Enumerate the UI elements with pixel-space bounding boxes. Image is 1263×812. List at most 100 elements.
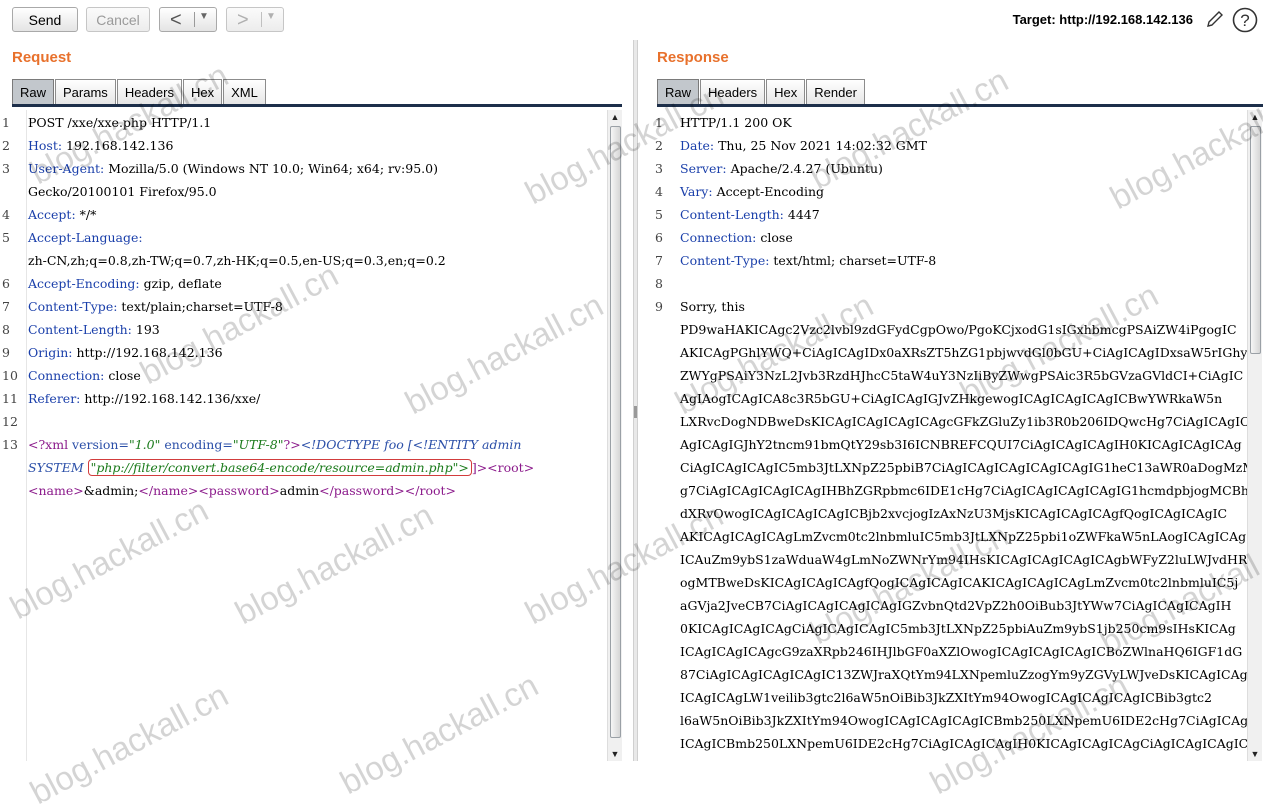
request-line: Content-Length: 193 (28, 322, 160, 337)
highlighted-payload: "php://filter/convert.base64-encode/reso… (87, 459, 472, 476)
request-scroll-thumb[interactable] (610, 126, 621, 738)
xml-doctype: <!DOCTYPE foo [<!ENTITY admin (300, 437, 522, 452)
body-line: ICAgICBmb250LXNpemU6IDE2cHg7CiAgICAgICAg… (680, 736, 1247, 751)
line-number: 4 (655, 184, 663, 199)
header-value: close (104, 368, 141, 383)
line-number: 13 (2, 437, 18, 452)
body-line: l6aW5nOiBib3JkZXItYm94OwogICAgICAgICAgIC… (680, 713, 1247, 728)
forward-button[interactable]: > ▼ (226, 7, 284, 32)
xml-decl-end: ?> (283, 437, 301, 452)
tab-request-headers[interactable]: Headers (116, 79, 182, 104)
body-line: 0KICAgICAgICAgCiAgICAgICAgIC5mb3JtLXNpZ2… (680, 621, 1236, 636)
body-line: dXRvOwogICAgICAgICAgICBjb2xvcjogIzAxNzU3… (680, 506, 1228, 521)
header-key: Server: (680, 161, 727, 176)
line-number: 9 (655, 299, 663, 314)
xml-text: &admin; (83, 483, 139, 498)
header-value: 4447 (783, 207, 820, 222)
header-key: Vary: (680, 184, 713, 199)
line-number: 8 (2, 322, 10, 337)
xml-string: "1.0" (128, 437, 161, 452)
scroll-up-icon[interactable]: ▲ (1248, 110, 1262, 124)
header-value: 193 (131, 322, 160, 337)
line-number: 2 (655, 138, 663, 153)
tab-request-hex[interactable]: Hex (182, 79, 223, 104)
response-title: Response (657, 49, 729, 66)
response-scroll-thumb[interactable] (1250, 126, 1261, 354)
xml-system: SYSTEM (28, 460, 88, 475)
body-line: LXRvcDogNDBweDsKICAgICAgICAgICAgcGFkZGlu… (680, 414, 1247, 429)
header-value: Accept-Encoding (712, 184, 824, 199)
body-line: CiAgICAgICAgIC5mb3JtLXNpZ25pbiB7CiAgICAg… (680, 460, 1247, 475)
request-line: Accept-Language: (28, 230, 143, 245)
request-pane: Request Raw Params Headers Hex XML 1 2 3… (0, 40, 633, 761)
body-line: ICAgICAgICAgcG9zaXRpb246IHJlbGF0aXZlOwog… (680, 644, 1243, 659)
cancel-button[interactable]: Cancel (86, 7, 150, 32)
body-line: g7CiAgICAgICAgICAgIHBhZGRpbmc6IDE1cHg7Ci… (680, 483, 1247, 498)
body-line: ICAgICAgLW1veilib3gtc2l6aW5nOiBib3JkZXIt… (680, 690, 1212, 705)
header-key: Content-Length: (680, 207, 784, 222)
tab-response-render[interactable]: Render (806, 79, 865, 104)
header-value: Mozilla/5.0 (Windows NT 10.0; Win64; x64… (104, 161, 438, 176)
tab-response-headers[interactable]: Headers (700, 79, 766, 104)
help-icon[interactable]: ? (1232, 7, 1258, 36)
request-line: Accept-Encoding: gzip, deflate (28, 276, 222, 291)
request-tabs: Raw Params Headers Hex XML (12, 78, 267, 104)
forward-arrow-icon: > (237, 8, 249, 31)
request-line: POST /xxe/xxe.php HTTP/1.1 (28, 115, 212, 130)
xml-decl: <?xml (28, 437, 69, 452)
xml-doctype-end: ]> (471, 460, 488, 475)
response-line: Vary: Accept-Encoding (680, 184, 824, 199)
splitter-grip[interactable] (634, 406, 637, 418)
response-editor[interactable]: 1 2 3 4 5 6 7 8 9 HTTP/1.1 200 OK Date: … (653, 110, 1247, 761)
response-line: Content-Length: 4447 (680, 207, 820, 222)
body-line: Sorry, this (680, 299, 745, 314)
body-line: ogMTBweDsKICAgICAgICAgfQogICAgICAgICAKIC… (680, 575, 1239, 590)
body-line: PD9waHAKICAgc2Vzc2lvbl9zdGFydCgpOwo/PgoK… (680, 322, 1237, 337)
header-key: Accept: (28, 207, 76, 222)
body-line: ICAuZm9ybS1zaWduaW4gLmNoZWNrYm94IHsKICAg… (680, 552, 1247, 567)
xml-tag: </root> (404, 483, 456, 498)
body-line: AKICAgICAgICAgLmZvcm0tc2lnbmluIC5mb3JtLX… (680, 529, 1247, 544)
line-number: 5 (2, 230, 10, 245)
tab-response-raw[interactable]: Raw (657, 79, 700, 104)
response-line: Content-Type: text/html; charset=UTF-8 (680, 253, 936, 268)
tab-request-xml[interactable]: XML (223, 79, 266, 104)
send-button[interactable]: Send (12, 7, 78, 32)
response-line: HTTP/1.1 200 OK (680, 115, 792, 130)
xml-string: "UTF-8" (232, 437, 284, 452)
response-scrollbar[interactable]: ▲ ▼ (1247, 110, 1262, 761)
back-button[interactable]: < ▼ (159, 7, 217, 32)
header-key: Content-Type: (680, 253, 770, 268)
xml-line: <?xml version="1.0" encoding="UTF-8"?><!… (28, 437, 521, 452)
tab-response-hex[interactable]: Hex (766, 79, 806, 104)
scroll-down-icon[interactable]: ▼ (1248, 747, 1262, 761)
pane-splitter[interactable] (633, 40, 638, 761)
request-editor[interactable]: 1 2 3 4 5 6 7 8 9 10 11 12 13 POST /xxe/… (0, 110, 607, 761)
tab-request-params[interactable]: Params (55, 79, 116, 104)
header-value: */* (75, 207, 97, 222)
body-line: aGVja2JveCB7CiAgICAgICAgICAgIGZvbnQtd2Vp… (680, 598, 1232, 613)
xml-attr: version= (68, 437, 129, 452)
header-key: Content-Type: (28, 299, 118, 314)
request-line: User-Agent: Mozilla/5.0 (Windows NT 10.0… (28, 161, 438, 176)
xml-text: admin (279, 483, 320, 498)
back-separator (194, 12, 195, 27)
request-line: Host: 192.168.142.136 (28, 138, 173, 153)
pencil-icon[interactable] (1204, 8, 1226, 33)
response-line: Date: Thu, 25 Nov 2021 14:02:32 GMT (680, 138, 927, 153)
scroll-down-icon[interactable]: ▼ (608, 747, 622, 761)
line-number: 3 (655, 161, 663, 176)
request-scrollbar[interactable]: ▲ ▼ (607, 110, 622, 761)
response-tab-underline (657, 104, 1263, 107)
forward-dropdown-icon[interactable]: ▼ (266, 11, 276, 22)
xml-tag: </password> (319, 483, 405, 498)
request-line: Accept: */* (28, 207, 96, 222)
target-label: Target: http://192.168.142.136 (1012, 12, 1193, 27)
back-dropdown-icon[interactable]: ▼ (199, 11, 209, 22)
request-tab-underline (12, 104, 622, 107)
line-number: 6 (655, 230, 663, 245)
header-value: Thu, 25 Nov 2021 14:02:32 GMT (714, 138, 927, 153)
tab-request-raw[interactable]: Raw (12, 79, 55, 104)
request-line: zh-CN,zh;q=0.8,zh-TW;q=0.7,zh-HK;q=0.5,e… (28, 253, 446, 268)
scroll-up-icon[interactable]: ▲ (608, 110, 622, 124)
